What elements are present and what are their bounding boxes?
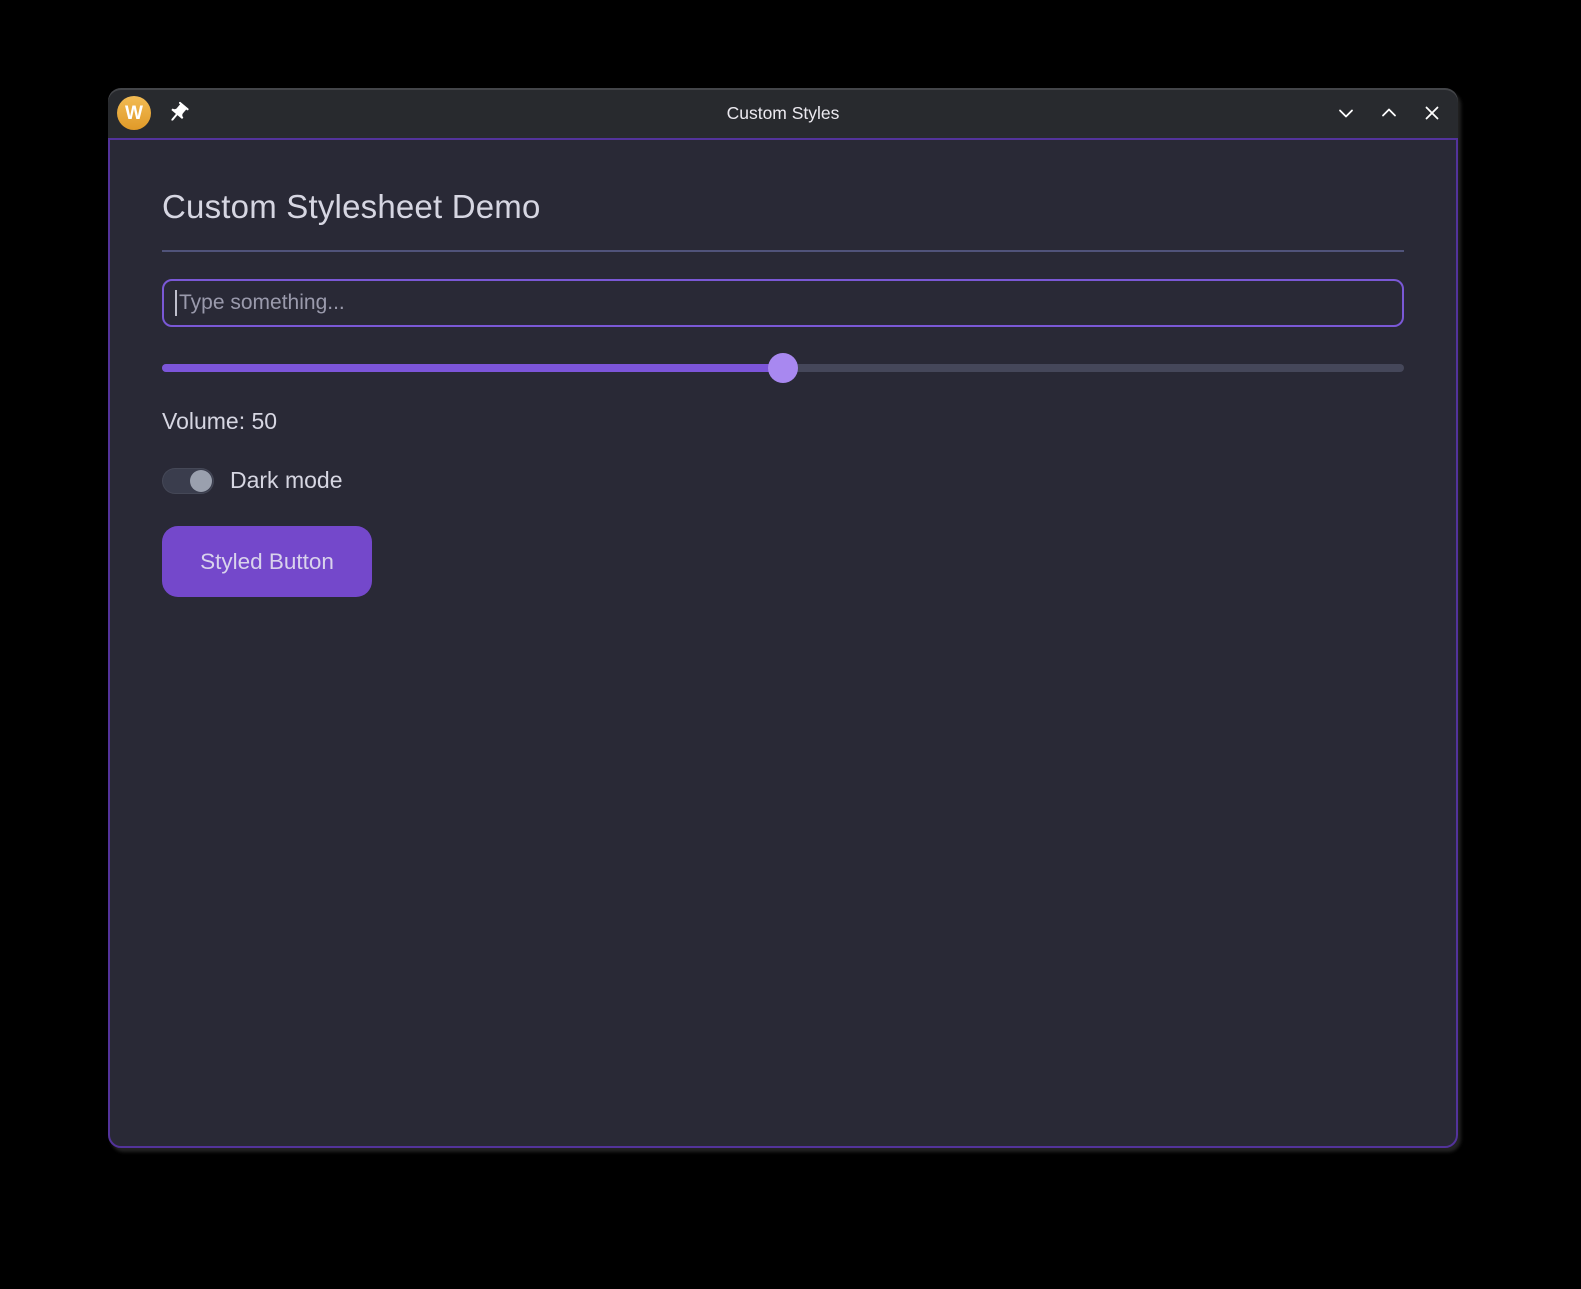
text-input[interactable]	[164, 281, 1402, 325]
close-icon	[1425, 106, 1439, 120]
pushpin-icon	[171, 101, 189, 121]
volume-slider[interactable]	[162, 353, 1404, 383]
dark-mode-label: Dark mode	[230, 467, 343, 493]
dark-mode-toggle[interactable]	[162, 467, 214, 494]
toggle-knob	[190, 469, 212, 492]
window-content: Custom Stylesheet Demo Volume: 50 Dark m…	[108, 138, 1458, 1148]
chevron-up-icon	[1382, 108, 1396, 117]
pin-icon[interactable]	[165, 100, 191, 126]
text-input-wrap	[162, 279, 1404, 327]
minimize-button[interactable]	[1333, 100, 1359, 126]
divider	[162, 250, 1404, 252]
slider-handle[interactable]	[768, 353, 798, 383]
page-title: Custom Stylesheet Demo	[162, 188, 541, 225]
app-icon-letter: W	[125, 102, 143, 124]
desktop-background: W Custom Styles Custom Stylesheet Demo T…	[0, 0, 1581, 1289]
slider-fill	[162, 364, 783, 372]
styled-button[interactable]: Styled Button	[162, 526, 372, 597]
window-title: Custom Styles	[726, 102, 840, 123]
titlebar-controls	[1333, 100, 1458, 126]
maximize-button[interactable]	[1376, 100, 1402, 126]
close-button[interactable]	[1419, 100, 1445, 126]
text-cursor	[175, 290, 177, 316]
titlebar[interactable]: W Custom Styles	[108, 88, 1458, 138]
titlebar-left: W	[108, 96, 191, 130]
app-icon[interactable]: W	[117, 96, 151, 130]
app-window: W Custom Styles Custom Stylesheet Demo T…	[108, 88, 1458, 1148]
dark-mode-row: Dark mode	[162, 467, 1404, 494]
volume-label: Volume: 50	[162, 408, 278, 434]
chevron-down-icon	[1339, 109, 1353, 118]
